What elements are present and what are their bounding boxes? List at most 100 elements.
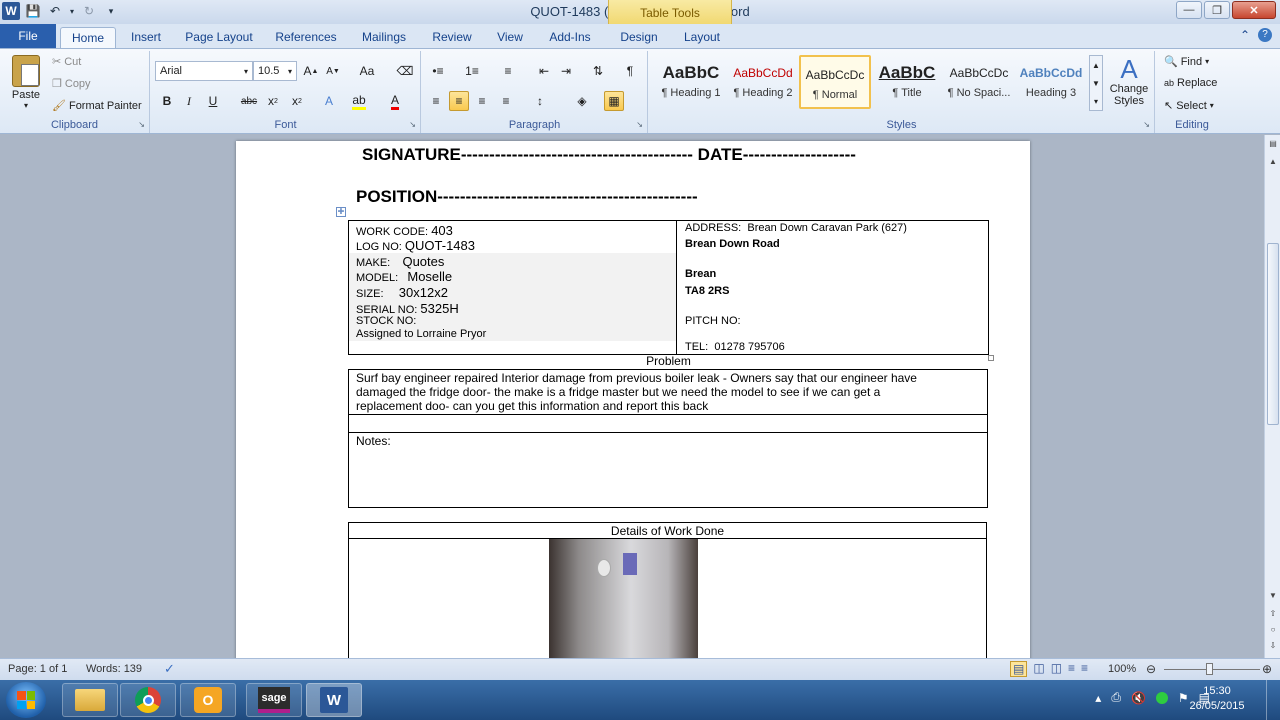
increase-indent-icon[interactable]: ⇥ (556, 61, 576, 81)
web-layout-icon[interactable]: ◫ (1051, 661, 1062, 677)
align-right-icon[interactable]: ≡ (472, 91, 492, 111)
tab-page-layout[interactable]: Page Layout (180, 27, 258, 48)
chevron-up-icon[interactable]: ▲ (1092, 61, 1100, 70)
draft-icon[interactable]: ≡ (1081, 661, 1088, 677)
tab-home[interactable]: Home (60, 27, 116, 48)
tab-design[interactable]: Design (614, 27, 664, 48)
text-effects-icon[interactable]: A (319, 91, 339, 111)
previous-page-icon[interactable]: ⇧ (1266, 609, 1280, 623)
volume-muted-icon[interactable]: 🔇 (1131, 691, 1146, 705)
proofing-icon[interactable]: ✓ (164, 661, 175, 677)
minimize-ribbon-icon[interactable]: ⌃ (1240, 28, 1250, 42)
shading-icon[interactable]: ◈ (572, 91, 592, 111)
scroll-down-icon[interactable]: ▼ (1266, 591, 1280, 605)
subscript-icon[interactable]: x2 (263, 91, 283, 111)
close-button[interactable]: ✕ (1232, 1, 1276, 19)
font-color-icon[interactable]: A (385, 91, 405, 111)
start-button[interactable] (6, 682, 46, 718)
style-heading-1[interactable]: AaBbC ¶ Heading 1 (655, 55, 727, 109)
clear-formatting-icon[interactable]: ⌫ (395, 61, 415, 81)
select-button[interactable]: ↖ Select ▾ (1164, 99, 1214, 113)
taskbar-word[interactable]: W (306, 683, 362, 717)
save-icon[interactable]: 💾 (24, 2, 42, 20)
browse-object-icon[interactable]: ○ (1266, 625, 1280, 639)
redo-icon[interactable]: ↻ (80, 2, 98, 20)
decrease-indent-icon[interactable]: ⇤ (534, 61, 554, 81)
vertical-scrollbar[interactable]: ▤ ▲ ▼ ⇧ ○ ⇩ (1264, 135, 1280, 658)
style-no-spacing[interactable]: AaBbCcDc ¶ No Spaci... (943, 55, 1015, 109)
chevron-down-icon[interactable]: ▼ (1092, 79, 1100, 88)
font-launcher-icon[interactable]: ↘ (409, 120, 416, 129)
align-center-icon[interactable]: ≡ (449, 91, 469, 111)
zoom-out-icon[interactable]: ⊖ (1146, 662, 1156, 676)
undo-icon[interactable]: ↶ (46, 2, 64, 20)
full-screen-reading-icon[interactable]: ◫ (1033, 661, 1044, 677)
highlight-icon[interactable]: ab (349, 91, 369, 111)
borders-icon[interactable]: ▦ (604, 91, 624, 111)
clipboard-launcher-icon[interactable]: ↘ (138, 120, 145, 129)
table-resize-handle-icon[interactable] (988, 355, 994, 361)
tab-layout[interactable]: Layout (676, 27, 728, 48)
copy-button[interactable]: ❐ Copy (52, 77, 91, 91)
zoom-in-icon[interactable]: ⊕ (1262, 662, 1272, 676)
document-area[interactable]: SIGNATURE-------------------------------… (0, 135, 1264, 658)
scrollbar-thumb[interactable] (1267, 243, 1279, 425)
tab-mailings[interactable]: Mailings (354, 27, 414, 48)
clock[interactable]: 15:30 26/05/2015 (1182, 684, 1252, 714)
style-heading-2[interactable]: AaBbCcDd ¶ Heading 2 (727, 55, 799, 109)
print-layout-icon[interactable]: ▤ (1010, 661, 1028, 677)
taskbar-chrome[interactable] (120, 683, 176, 717)
styles-launcher-icon[interactable]: ↘ (1143, 120, 1150, 129)
taskbar-sage[interactable]: sage (246, 683, 302, 717)
minimize-button[interactable]: — (1176, 1, 1202, 19)
align-left-icon[interactable]: ≡ (426, 91, 446, 111)
undo-dropdown-icon[interactable]: ▾ (68, 2, 76, 20)
word-app-icon[interactable]: W (2, 2, 20, 20)
italic-icon[interactable]: I (179, 91, 199, 111)
show-hidden-icons-icon[interactable]: ▴ (1095, 691, 1101, 705)
replace-button[interactable]: ab Replace (1164, 77, 1217, 89)
tab-insert[interactable]: Insert (124, 27, 168, 48)
help-icon[interactable]: ? (1258, 28, 1272, 42)
paragraph-launcher-icon[interactable]: ↘ (636, 120, 643, 129)
outline-icon[interactable]: ≡ (1068, 661, 1075, 677)
strikethrough-icon[interactable]: abc (239, 91, 259, 111)
word-count[interactable]: Words: 139 (86, 663, 142, 675)
superscript-icon[interactable]: x2 (287, 91, 307, 111)
more-icon[interactable]: ▾ (1094, 97, 1098, 106)
sort-icon[interactable]: ⇅ (588, 61, 608, 81)
tab-review[interactable]: Review (426, 27, 478, 48)
printer-icon[interactable]: ⎙ (1111, 690, 1121, 705)
style-heading-3[interactable]: AaBbCcDd Heading 3 (1015, 55, 1087, 109)
numbering-icon[interactable]: 1≡ (462, 61, 482, 81)
ruler-toggle-icon[interactable]: ▤ (1266, 139, 1280, 153)
restore-button[interactable]: ❐ (1204, 1, 1230, 19)
table-move-handle-icon[interactable]: ✚ (336, 207, 346, 217)
scroll-up-icon[interactable]: ▲ (1266, 157, 1280, 171)
zoom-level[interactable]: 100% (1108, 663, 1136, 675)
grow-font-icon[interactable]: A ▲ (301, 61, 321, 81)
tab-view[interactable]: View (490, 27, 530, 48)
tab-file[interactable]: File (0, 24, 56, 48)
paste-button[interactable]: Paste ▾ (8, 55, 44, 110)
font-name-combo[interactable]: Arial ▾ (155, 61, 253, 81)
underline-icon[interactable]: U (203, 91, 223, 111)
taskbar-explorer[interactable] (62, 683, 118, 717)
shrink-font-icon[interactable]: A ▼ (323, 61, 343, 81)
multilevel-list-icon[interactable]: ≡ (498, 61, 518, 81)
format-painter-button[interactable]: 🖌 Format Painter (52, 99, 142, 113)
customize-qat-icon[interactable]: ▾ (102, 2, 120, 20)
style-title[interactable]: AaBbC ¶ Title (871, 55, 943, 109)
show-desktop-button[interactable] (1266, 680, 1280, 720)
show-formatting-marks-icon[interactable]: ¶ (620, 61, 640, 81)
change-styles-button[interactable]: A Change Styles (1105, 55, 1153, 107)
taskbar-outlook[interactable]: O (180, 683, 236, 717)
change-case-icon[interactable]: Aa (355, 61, 379, 81)
bullets-icon[interactable]: •≡ (428, 61, 448, 81)
tab-references[interactable]: References (270, 27, 342, 48)
font-size-combo[interactable]: 10.5 ▾ (253, 61, 297, 81)
tab-add-ins[interactable]: Add-Ins (542, 27, 598, 48)
next-page-icon[interactable]: ⇩ (1266, 641, 1280, 655)
page-count[interactable]: Page: 1 of 1 (8, 663, 67, 675)
find-button[interactable]: 🔍 Find ▾ (1164, 55, 1209, 69)
